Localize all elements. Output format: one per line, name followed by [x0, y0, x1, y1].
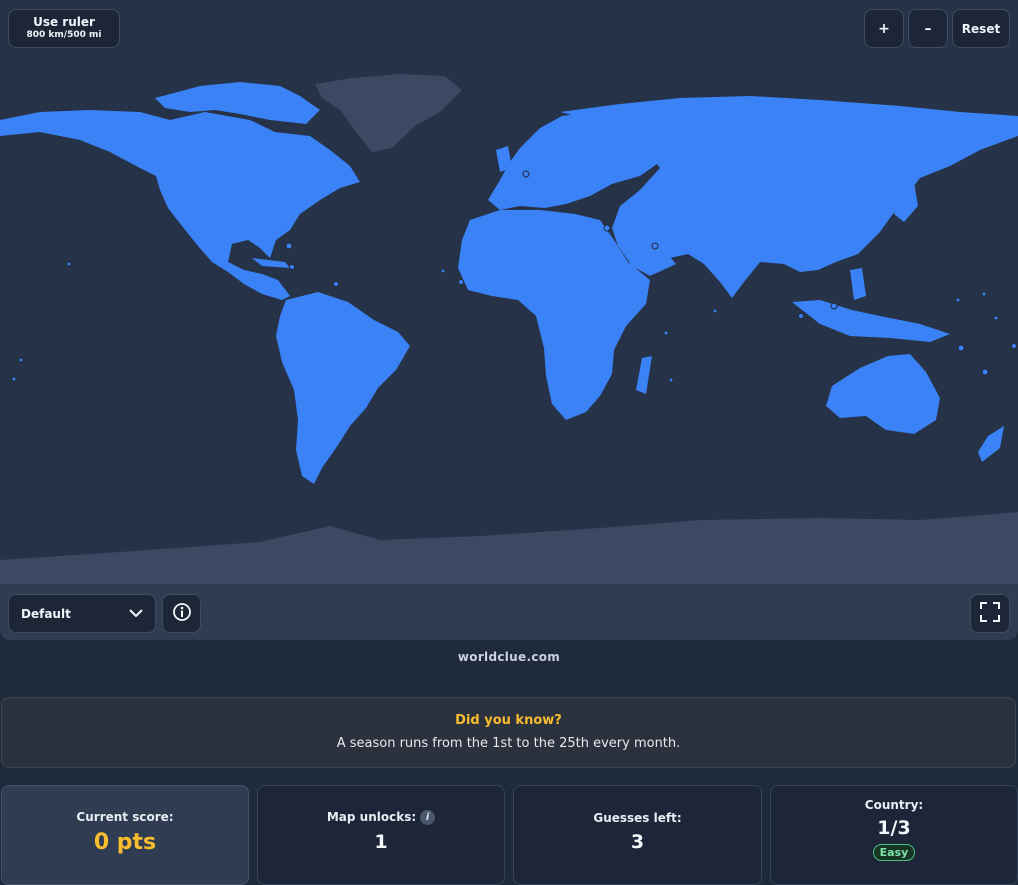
score-label: Current score: — [76, 810, 174, 824]
map-unlocks-value: 1 — [374, 831, 388, 853]
island-marker — [712, 308, 718, 314]
zoom-out-button[interactable]: – — [908, 9, 948, 48]
island-marker — [981, 291, 987, 297]
island-marker — [440, 268, 446, 274]
guesses-left-value: 3 — [630, 831, 645, 853]
island-marker — [285, 242, 293, 250]
did-you-know-panel: Did you know? A season runs from the 1st… — [1, 697, 1016, 768]
ruler-scale-label: 800 km/500 mi — [26, 30, 102, 41]
island-marker — [798, 313, 804, 319]
land-south-america — [276, 292, 410, 484]
did-you-know-title: Did you know? — [455, 713, 562, 728]
did-you-know-text: A season runs from the 1st to the 25th e… — [336, 736, 681, 751]
island-marker — [66, 261, 72, 267]
island-marker — [993, 315, 999, 321]
map-info-button[interactable] — [162, 594, 201, 633]
map-style-value: Default — [21, 606, 71, 621]
guesses-left-label: Guesses left: — [593, 811, 682, 825]
island-marker — [522, 170, 530, 178]
island-marker — [830, 302, 838, 310]
info-icon — [172, 602, 192, 626]
score-card: Current score: 0 pts — [1, 785, 249, 885]
chevron-down-icon — [129, 607, 143, 621]
site-brand: worldclue.com — [457, 650, 561, 664]
land-new-zealand — [978, 426, 1004, 462]
land-australia — [826, 354, 940, 434]
land-cuba — [252, 258, 290, 268]
fullscreen-button[interactable] — [970, 594, 1010, 633]
land-indonesia — [792, 300, 950, 342]
island-marker — [333, 281, 339, 287]
island-marker — [668, 377, 674, 383]
difficulty-badge: Easy — [872, 844, 916, 861]
island-marker — [289, 264, 295, 270]
guesses-left-card: Guesses left: 3 — [513, 785, 762, 885]
reset-button[interactable]: Reset — [952, 9, 1010, 48]
land-arctic-islands — [155, 82, 320, 124]
zoom-in-button[interactable]: + — [864, 9, 904, 48]
island-marker — [603, 224, 611, 232]
land-uk — [496, 146, 512, 172]
country-label: Country: — [864, 798, 924, 812]
map-unlocks-card: Map unlocks: i 1 — [257, 785, 505, 885]
island-marker — [663, 330, 669, 336]
fullscreen-icon — [979, 601, 1001, 627]
island-marker — [955, 297, 961, 303]
map-unlocks-label: Map unlocks: — [326, 810, 417, 824]
island-marker — [458, 279, 464, 285]
land-greenland — [315, 74, 462, 152]
island-marker — [11, 376, 17, 382]
score-value: 0 pts — [93, 830, 157, 855]
island-marker — [957, 344, 965, 352]
land-north-america — [0, 110, 360, 300]
island-marker — [981, 368, 989, 376]
land-philippines — [850, 268, 866, 300]
island-marker — [1011, 343, 1017, 349]
ruler-button-label: Use ruler — [33, 15, 95, 30]
island-marker — [651, 242, 659, 250]
island-marker — [18, 357, 24, 363]
country-card: Country: 1/3 Easy — [770, 785, 1018, 885]
info-icon[interactable]: i — [420, 810, 436, 825]
map-style-select[interactable]: Default — [8, 594, 156, 633]
map-unlocks-row: Map unlocks: i — [258, 810, 504, 825]
country-progress: 1/3 — [877, 817, 911, 839]
map-panel[interactable]: Use ruler 800 km/500 mi + – Reset Defaul… — [0, 0, 1018, 640]
ruler-button[interactable]: Use ruler 800 km/500 mi — [8, 9, 120, 48]
world-map[interactable] — [0, 0, 1018, 584]
land-madagascar — [636, 356, 652, 394]
land-antarctica — [0, 512, 1018, 584]
